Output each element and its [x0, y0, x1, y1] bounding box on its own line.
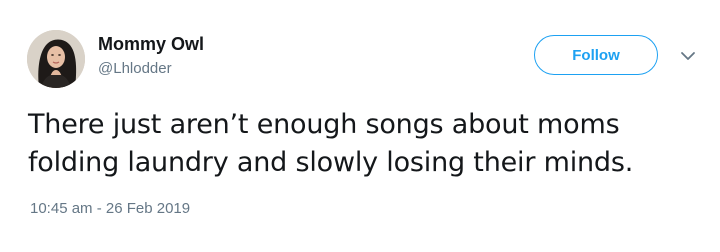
user-handle[interactable]: @Lhlodder	[98, 60, 172, 77]
profile-photo	[27, 30, 85, 88]
follow-button[interactable]: Follow	[534, 35, 658, 75]
tweet-text-line: There just aren’t enough songs about mom…	[28, 109, 620, 140]
tweet-card: Mommy Owl @Lhlodder Follow There just ar…	[0, 0, 720, 252]
tweet-text-line: folding laundry and slowly losing their …	[28, 147, 634, 178]
display-name[interactable]: Mommy Owl	[98, 34, 204, 55]
more-options-button[interactable]	[680, 50, 696, 62]
avatar[interactable]	[27, 30, 85, 88]
tweet-timestamp[interactable]: 10:45 am - 26 Feb 2019	[30, 200, 190, 217]
chevron-down-icon	[681, 52, 695, 60]
tweet-text: There just aren’t enough songs about mom…	[28, 106, 708, 182]
